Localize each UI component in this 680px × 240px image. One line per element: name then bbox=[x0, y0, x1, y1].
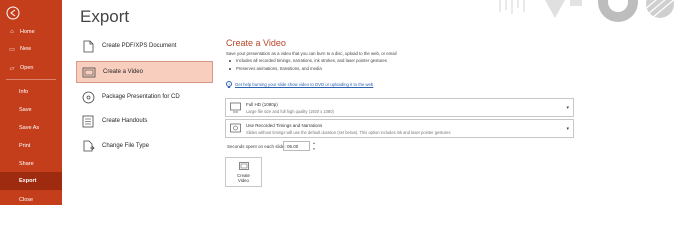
seconds-input[interactable]: 05.00 bbox=[283, 141, 310, 151]
nav-item-export[interactable]: Export bbox=[0, 172, 62, 190]
help-link[interactable]: ? Get help burning your slide show video… bbox=[226, 81, 373, 87]
home-icon: ⌂ bbox=[10, 29, 14, 35]
spin-down-icon[interactable]: ▼ bbox=[313, 147, 316, 151]
handouts-icon bbox=[80, 114, 96, 128]
option-create-handouts[interactable]: Create Handouts bbox=[76, 110, 213, 132]
nav-item-info[interactable]: Info bbox=[0, 84, 62, 100]
seconds-spinner[interactable]: ▲ ▼ bbox=[311, 141, 317, 151]
nav-divider bbox=[6, 79, 56, 80]
bullet-dot bbox=[229, 59, 231, 62]
option-create-pdf-xps[interactable]: Create PDF/XPS Document bbox=[76, 35, 213, 57]
video-icon bbox=[81, 65, 97, 79]
monitor-icon bbox=[230, 102, 241, 113]
option-create-a-video[interactable]: Create a Video bbox=[76, 61, 213, 83]
create-video-button[interactable]: Create Video bbox=[225, 157, 262, 187]
nav-item-close[interactable]: Close bbox=[0, 192, 62, 208]
nav-item-share[interactable]: Share bbox=[0, 156, 62, 172]
nav-item-home[interactable]: ⌂ Home bbox=[0, 24, 62, 40]
nav-item-print[interactable]: Print bbox=[0, 138, 62, 154]
header-decoration bbox=[499, 0, 675, 22]
back-arrow-icon[interactable] bbox=[6, 6, 22, 20]
spin-up-icon[interactable]: ▲ bbox=[313, 141, 316, 145]
chevron-down-icon: ▾ bbox=[566, 126, 569, 132]
detail-description: Save your presentation as a video that y… bbox=[226, 51, 397, 56]
backstage-nav: ⌂ Home ▭ New ▱ Open Info Save Save As Pr… bbox=[0, 0, 62, 205]
quality-dropdown[interactable]: Full HD (1080p) Large file size and full… bbox=[225, 98, 574, 117]
bullet-dot bbox=[229, 67, 231, 70]
detail-title: Create a Video bbox=[226, 38, 286, 48]
help-icon: ? bbox=[226, 81, 232, 87]
file-type-icon bbox=[80, 139, 96, 153]
bullet-item: Includes all recorded timings, narration… bbox=[229, 58, 387, 63]
timings-dropdown[interactable]: Use Recorded Timings and Narrations Slid… bbox=[225, 119, 574, 138]
create-video-icon bbox=[238, 162, 249, 170]
nav-item-open[interactable]: ▱ Open bbox=[0, 60, 62, 76]
option-change-file-type[interactable]: Change File Type bbox=[76, 135, 213, 157]
page-title: Export bbox=[80, 7, 130, 26]
pdf-document-icon bbox=[80, 39, 96, 53]
nav-item-save[interactable]: Save bbox=[0, 102, 62, 118]
option-package-presentation-cd[interactable]: Package Presentation for CD bbox=[76, 86, 213, 108]
seconds-label: Seconds spent on each slide: bbox=[227, 144, 286, 149]
nav-item-save-as[interactable]: Save As bbox=[0, 120, 62, 136]
bullet-item: Preserves animations, transitions, and m… bbox=[229, 66, 322, 71]
open-folder-icon: ▱ bbox=[9, 65, 15, 72]
new-document-icon: ▭ bbox=[9, 46, 15, 53]
nav-item-new[interactable]: ▭ New bbox=[0, 41, 62, 57]
chevron-down-icon: ▾ bbox=[566, 105, 569, 111]
cd-package-icon bbox=[80, 90, 96, 104]
timings-icon bbox=[230, 123, 241, 133]
